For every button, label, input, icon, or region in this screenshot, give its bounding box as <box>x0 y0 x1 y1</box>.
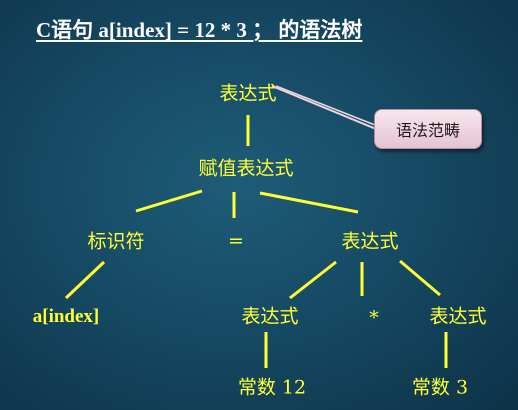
node-left-expression: 表达式 <box>241 305 299 328</box>
syntax-category-callout: 语法范畴 <box>374 109 482 149</box>
slide: C语句 a[index] = 12 * 3 ； 的语法树 表达式 赋值表达式 标… <box>0 0 518 410</box>
node-identifier: 标识符 <box>87 230 145 253</box>
node-assignment-expression: 赋值表达式 <box>198 157 294 180</box>
edge-assign-rhs <box>259 191 359 214</box>
node-a-index: a[index] <box>32 306 100 327</box>
edge-rhs-right <box>399 259 441 297</box>
callout-pointer <box>271 85 377 130</box>
node-rhs-expression: 表达式 <box>341 230 399 253</box>
edge-assign-ident <box>135 189 203 213</box>
node-constant-3: 常数 3 <box>411 376 469 399</box>
node-equals-sign: = <box>228 230 244 252</box>
node-right-expression: 表达式 <box>429 305 487 328</box>
node-root-expression: 表达式 <box>219 82 277 105</box>
node-multiply-sign: * <box>369 307 379 329</box>
edge-ident-aindex <box>64 260 106 300</box>
edge-rhs-left <box>289 260 337 300</box>
tree-edges <box>64 85 448 368</box>
node-constant-12: 常数 12 <box>237 376 307 399</box>
